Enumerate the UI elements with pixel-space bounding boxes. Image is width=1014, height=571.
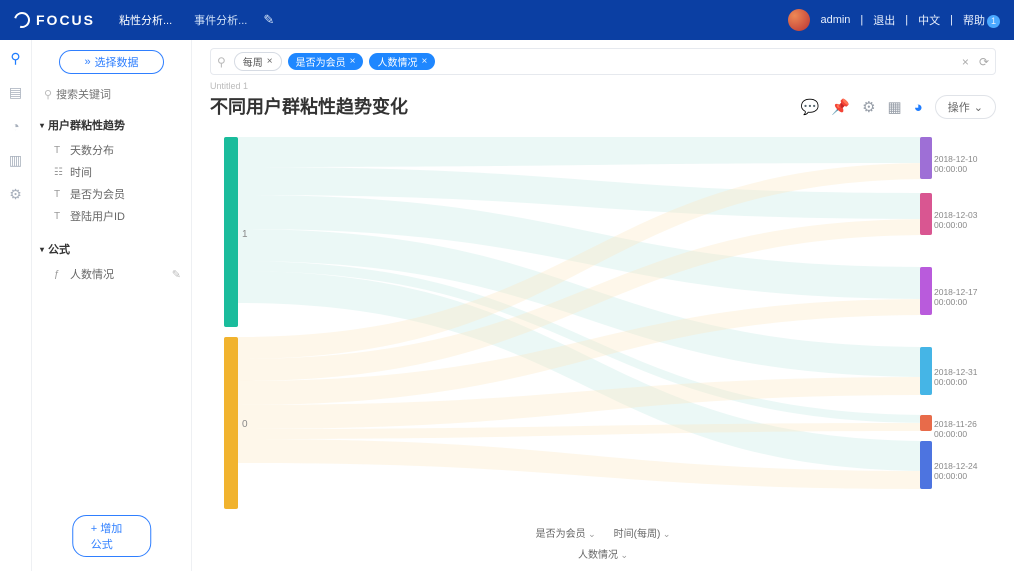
formula-edit-icon[interactable]: ✎ bbox=[172, 268, 181, 281]
rail-settings-icon[interactable]: ⚙ bbox=[8, 186, 24, 202]
formula-icon: ƒ bbox=[54, 269, 64, 280]
chip-close-icon[interactable]: × bbox=[267, 56, 273, 67]
search-input[interactable] bbox=[56, 89, 179, 101]
operations-button[interactable]: 操作 ⌄ bbox=[935, 95, 996, 119]
add-formula-button[interactable]: + 增加公式 bbox=[72, 515, 152, 557]
left-rail: ⚲ ▤ ◔ ▥ ⚙ bbox=[0, 40, 32, 571]
clear-query-icon[interactable]: × bbox=[962, 55, 969, 69]
target-label: 2018-12-31 00:00:00 bbox=[934, 367, 996, 387]
table-icon[interactable]: ▦ bbox=[888, 98, 902, 116]
username[interactable]: admin bbox=[820, 14, 850, 26]
type-text-icon: T bbox=[54, 145, 64, 156]
chart-legend: 是否为会员 时间(每周) bbox=[210, 525, 996, 540]
brand-text: FOCUS bbox=[36, 12, 95, 28]
legend-item[interactable]: 时间(每周) bbox=[614, 525, 671, 540]
target-label: 2018-11-26 00:00:00 bbox=[934, 419, 996, 439]
side-panel: » 选择数据 ⚲ 用户群粘性趋势 T天数分布 ☷时间 T是否为会员 T登陆用户I… bbox=[32, 40, 192, 571]
col-userid[interactable]: T登陆用户ID bbox=[40, 205, 183, 227]
sankey-target[interactable] bbox=[920, 137, 932, 179]
comment-icon[interactable]: 💬 bbox=[801, 98, 820, 116]
col-time[interactable]: ☷时间 bbox=[40, 161, 183, 183]
sankey-target[interactable] bbox=[920, 193, 932, 235]
sankey-target[interactable] bbox=[920, 267, 932, 315]
col-formula-count[interactable]: ƒ人数情况✎ bbox=[40, 263, 183, 285]
query-search-icon: ⚲ bbox=[217, 55, 226, 69]
logout-link[interactable]: 退出 bbox=[873, 12, 895, 28]
group-header-trend[interactable]: 用户群粘性趋势 bbox=[40, 117, 183, 133]
source-label: 1 bbox=[242, 229, 250, 240]
chip-close-icon[interactable]: × bbox=[421, 56, 427, 67]
col-days[interactable]: T天数分布 bbox=[40, 139, 183, 161]
query-bar[interactable]: ⚲ 每周× 是否为会员× 人数情况× × ⟳ bbox=[210, 48, 996, 75]
type-date-icon: ☷ bbox=[54, 167, 64, 178]
edit-tabs-icon[interactable]: ✎ bbox=[263, 12, 274, 28]
chip-count[interactable]: 人数情况× bbox=[369, 53, 435, 70]
tab-event[interactable]: 事件分析... bbox=[184, 8, 257, 32]
type-text-icon: T bbox=[54, 211, 64, 222]
sankey-flows bbox=[238, 137, 932, 509]
brand-logo: FOCUS bbox=[14, 12, 95, 28]
col-member[interactable]: T是否为会员 bbox=[40, 183, 183, 205]
search-field[interactable]: ⚲ bbox=[40, 86, 183, 103]
refresh-icon[interactable]: ⟳ bbox=[979, 55, 989, 69]
tab-stickiness[interactable]: 粘性分析... bbox=[109, 8, 182, 32]
rail-data-icon[interactable]: ▥ bbox=[8, 152, 24, 168]
rail-history-icon[interactable]: ◔ bbox=[8, 118, 24, 134]
sankey-target[interactable] bbox=[920, 347, 932, 395]
rail-chart-icon[interactable]: ▤ bbox=[8, 84, 24, 100]
main-area: ⚲ 每周× 是否为会员× 人数情况× × ⟳ Untitled 1 不同用户群粘… bbox=[192, 40, 1014, 571]
sankey-target[interactable] bbox=[920, 441, 932, 489]
logo-icon bbox=[11, 9, 33, 31]
target-label: 2018-12-03 00:00:00 bbox=[934, 210, 996, 230]
target-label: 2018-12-17 00:00:00 bbox=[934, 287, 996, 307]
select-data-button[interactable]: » 选择数据 bbox=[59, 50, 163, 74]
group-header-formula[interactable]: 公式 bbox=[40, 241, 183, 257]
legend-item[interactable]: 人数情况 bbox=[578, 546, 628, 561]
sankey-source-0[interactable] bbox=[224, 337, 238, 509]
lang-link[interactable]: 中文 bbox=[918, 12, 940, 28]
help-link[interactable]: 帮助1 bbox=[963, 12, 1000, 28]
rail-search-icon[interactable]: ⚲ bbox=[8, 50, 24, 66]
top-bar: FOCUS 粘性分析... 事件分析... ✎ admin | 退出 | 中文 … bbox=[0, 0, 1014, 40]
chip-close-icon[interactable]: × bbox=[350, 56, 356, 67]
crumb: Untitled 1 bbox=[210, 81, 408, 91]
search-icon: ⚲ bbox=[44, 88, 52, 101]
source-label: 0 bbox=[242, 419, 250, 430]
sankey-chart[interactable]: 1 0 2018-12-10 00:00:00 2018-12-03 00:00… bbox=[210, 137, 996, 519]
page-title[interactable]: 不同用户群粘性趋势变化 bbox=[210, 93, 408, 119]
chip-weekly[interactable]: 每周× bbox=[234, 52, 282, 71]
target-label: 2018-12-10 00:00:00 bbox=[934, 154, 996, 174]
target-label: 2018-12-24 00:00:00 bbox=[934, 461, 996, 481]
pin-icon[interactable]: 📌 bbox=[831, 98, 850, 116]
chart-type-icon[interactable]: ◕ bbox=[914, 99, 923, 116]
sankey-target[interactable] bbox=[920, 415, 932, 431]
chip-member[interactable]: 是否为会员× bbox=[288, 53, 364, 70]
avatar[interactable] bbox=[788, 9, 810, 31]
type-text-icon: T bbox=[54, 189, 64, 200]
config-icon[interactable]: ⚙ bbox=[862, 98, 875, 116]
sankey-source-1[interactable] bbox=[224, 137, 238, 327]
legend-item[interactable]: 是否为会员 bbox=[536, 525, 596, 540]
